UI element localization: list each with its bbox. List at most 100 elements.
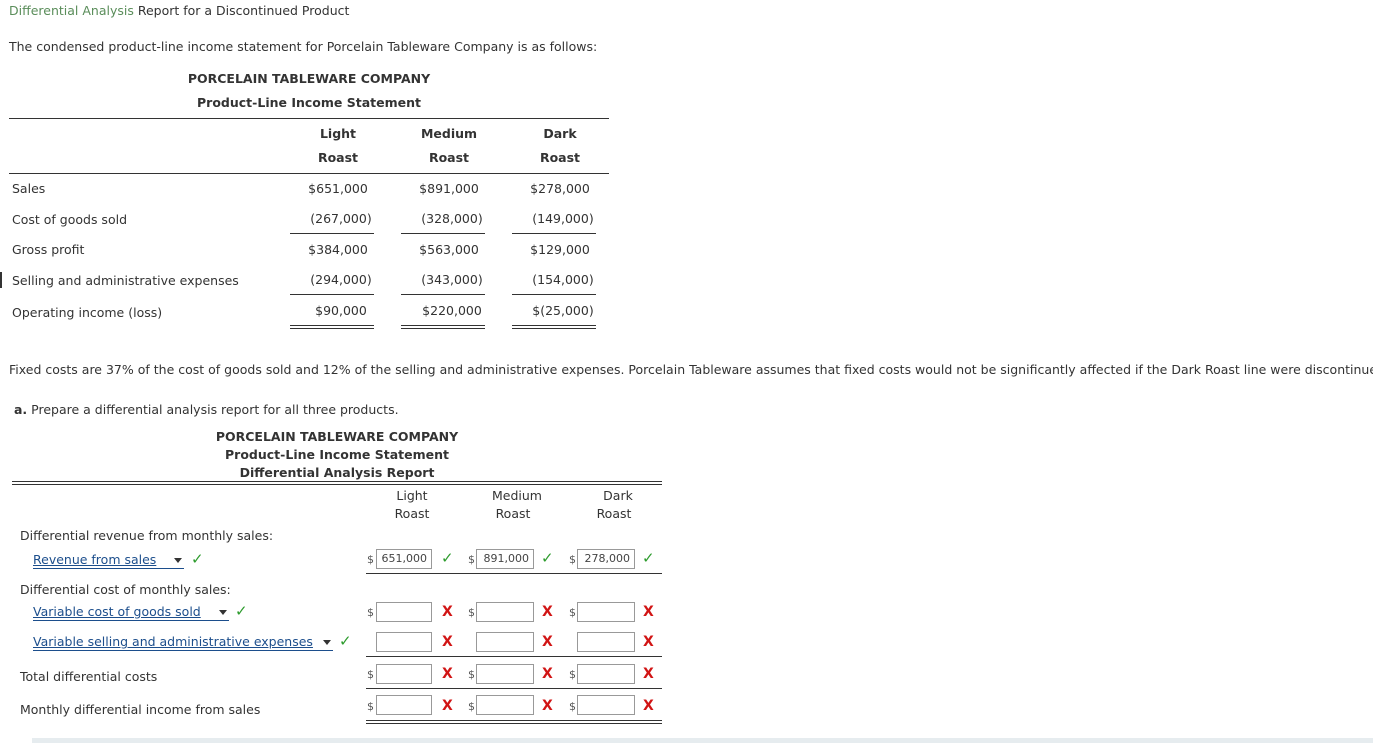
statement-company: PORCELAIN TABLEWARE COMPANY bbox=[187, 71, 431, 86]
income-medium-input[interactable] bbox=[476, 695, 534, 715]
cost-select-2[interactable]: Variable selling and administrative expe… bbox=[33, 634, 333, 651]
revenue-dark-input[interactable]: 278,000 bbox=[577, 549, 635, 569]
rule-oi-light bbox=[290, 325, 374, 329]
vcogs-light-input[interactable] bbox=[376, 602, 432, 622]
total-costs-light-input[interactable] bbox=[376, 664, 432, 684]
vcogs-medium-input[interactable] bbox=[476, 602, 534, 622]
report-company: PORCELAIN TABLEWARE COMPANY bbox=[215, 429, 459, 444]
cost-select-2-value: Variable selling and administrative expe… bbox=[33, 634, 313, 649]
dollar-sign: $ bbox=[468, 606, 475, 619]
intro-text: The condensed product-line income statem… bbox=[9, 39, 598, 54]
check-icon: ✓ bbox=[191, 550, 204, 568]
row-label-cogs: Cost of goods sold bbox=[12, 212, 128, 227]
dollar-sign: $ bbox=[569, 606, 576, 619]
x-icon: X bbox=[542, 666, 553, 682]
report-col-medium-2: Roast bbox=[495, 506, 531, 521]
part-a-letter: a. bbox=[14, 402, 28, 417]
cell-gp-medium: $563,000 bbox=[419, 242, 479, 257]
cell-gp-light: $384,000 bbox=[308, 242, 368, 257]
x-icon: X bbox=[542, 634, 553, 650]
statement-header-rule bbox=[9, 173, 609, 174]
cell-sales-medium: $891,000 bbox=[419, 181, 479, 196]
row-label-sales: Sales bbox=[12, 181, 46, 196]
revenue-select-value: Revenue from sales bbox=[33, 552, 157, 567]
row-label-operating-income: Operating income (loss) bbox=[12, 305, 163, 320]
rule-sga-light bbox=[290, 294, 374, 295]
statement-subtitle: Product-Line Income Statement bbox=[197, 95, 421, 110]
cell-oi-dark: $(25,000) bbox=[532, 303, 594, 318]
x-icon: X bbox=[442, 698, 453, 714]
col-dark-line2: Roast bbox=[539, 150, 581, 165]
dollar-sign: $ bbox=[367, 553, 374, 566]
title-rest: Report for a Discontinued Product bbox=[133, 3, 350, 18]
vsga-dark-input[interactable] bbox=[577, 632, 635, 652]
x-icon: X bbox=[643, 666, 654, 682]
total-costs-dark-input[interactable] bbox=[577, 664, 635, 684]
chevron-down-icon bbox=[323, 640, 331, 645]
row-label-gross-profit: Gross profit bbox=[12, 242, 85, 257]
x-icon: X bbox=[643, 634, 654, 650]
revenue-light-input[interactable]: 651,000 bbox=[376, 549, 432, 569]
check-icon: ✓ bbox=[441, 549, 454, 567]
revenue-medium-input[interactable]: 891,000 bbox=[476, 549, 534, 569]
dollar-sign: $ bbox=[367, 606, 374, 619]
cell-gp-dark: $129,000 bbox=[530, 242, 590, 257]
row-marker bbox=[0, 272, 2, 288]
report-col-medium-1: Medium bbox=[492, 488, 542, 503]
rule-oi-dark bbox=[512, 325, 596, 329]
cell-sga-dark: (154,000) bbox=[532, 272, 594, 287]
income-light-input[interactable] bbox=[376, 695, 432, 715]
check-icon: ✓ bbox=[339, 632, 352, 650]
part-a-instruction: a. Prepare a differential analysis repor… bbox=[14, 402, 399, 417]
cost-select-1[interactable]: Variable cost of goods sold bbox=[33, 604, 229, 621]
report-subtitle: Product-Line Income Statement bbox=[225, 447, 449, 462]
check-icon: ✓ bbox=[642, 549, 655, 567]
total-costs-label: Total differential costs bbox=[20, 669, 158, 684]
cell-oi-light: $90,000 bbox=[315, 303, 367, 318]
cell-cogs-medium: (328,000) bbox=[421, 211, 483, 226]
rule-oi-medium bbox=[401, 325, 485, 329]
dollar-sign: $ bbox=[468, 700, 475, 713]
report-col-light-1: Light bbox=[396, 488, 428, 503]
dollar-sign: $ bbox=[569, 553, 576, 566]
dollar-sign: $ bbox=[468, 553, 475, 566]
col-light-line1: Light bbox=[319, 126, 357, 141]
report-col-dark-1: Dark bbox=[603, 488, 633, 503]
income-dark-input[interactable] bbox=[577, 695, 635, 715]
check-icon: ✓ bbox=[541, 549, 554, 567]
fixed-costs-note: Fixed costs are 37% of the cost of goods… bbox=[9, 362, 1373, 377]
col-medium-line2: Roast bbox=[428, 150, 470, 165]
report-col-light-2: Roast bbox=[394, 506, 430, 521]
x-icon: X bbox=[542, 698, 553, 714]
rule-cogs-medium bbox=[401, 233, 485, 234]
cell-oi-medium: $220,000 bbox=[422, 303, 482, 318]
vsga-medium-input[interactable] bbox=[476, 632, 534, 652]
part-a-text: Prepare a differential analysis report f… bbox=[31, 402, 399, 417]
x-icon: X bbox=[643, 698, 654, 714]
title-link[interactable]: Differential Analysis bbox=[9, 3, 134, 18]
income-label: Monthly differential income from sales bbox=[20, 702, 261, 717]
col-dark-line1: Dark bbox=[543, 126, 577, 141]
cell-sales-dark: $278,000 bbox=[530, 181, 590, 196]
income-double-rule bbox=[366, 720, 662, 724]
cell-sga-light: (294,000) bbox=[310, 272, 372, 287]
page-title: Differential Analysis Report for a Disco… bbox=[9, 3, 349, 18]
dollar-sign: $ bbox=[569, 668, 576, 681]
vsga-light-input[interactable] bbox=[376, 632, 432, 652]
vcogs-dark-input[interactable] bbox=[577, 602, 635, 622]
cost-rule bbox=[366, 656, 662, 657]
dollar-sign: $ bbox=[569, 700, 576, 713]
rule-sga-dark bbox=[512, 294, 596, 295]
cost-heading: Differential cost of monthly sales: bbox=[20, 582, 231, 597]
revenue-select[interactable]: Revenue from sales bbox=[33, 552, 184, 569]
dollar-sign: $ bbox=[367, 700, 374, 713]
x-icon: X bbox=[442, 634, 453, 650]
check-icon: ✓ bbox=[235, 602, 248, 620]
statement-top-rule bbox=[9, 118, 609, 119]
cell-cogs-light: (267,000) bbox=[310, 211, 372, 226]
total-costs-medium-input[interactable] bbox=[476, 664, 534, 684]
row-label-sga: Selling and administrative expenses bbox=[12, 273, 239, 288]
report-subtitle2: Differential Analysis Report bbox=[239, 465, 435, 480]
rule-sga-medium bbox=[401, 294, 485, 295]
report-top-rule bbox=[12, 481, 662, 485]
